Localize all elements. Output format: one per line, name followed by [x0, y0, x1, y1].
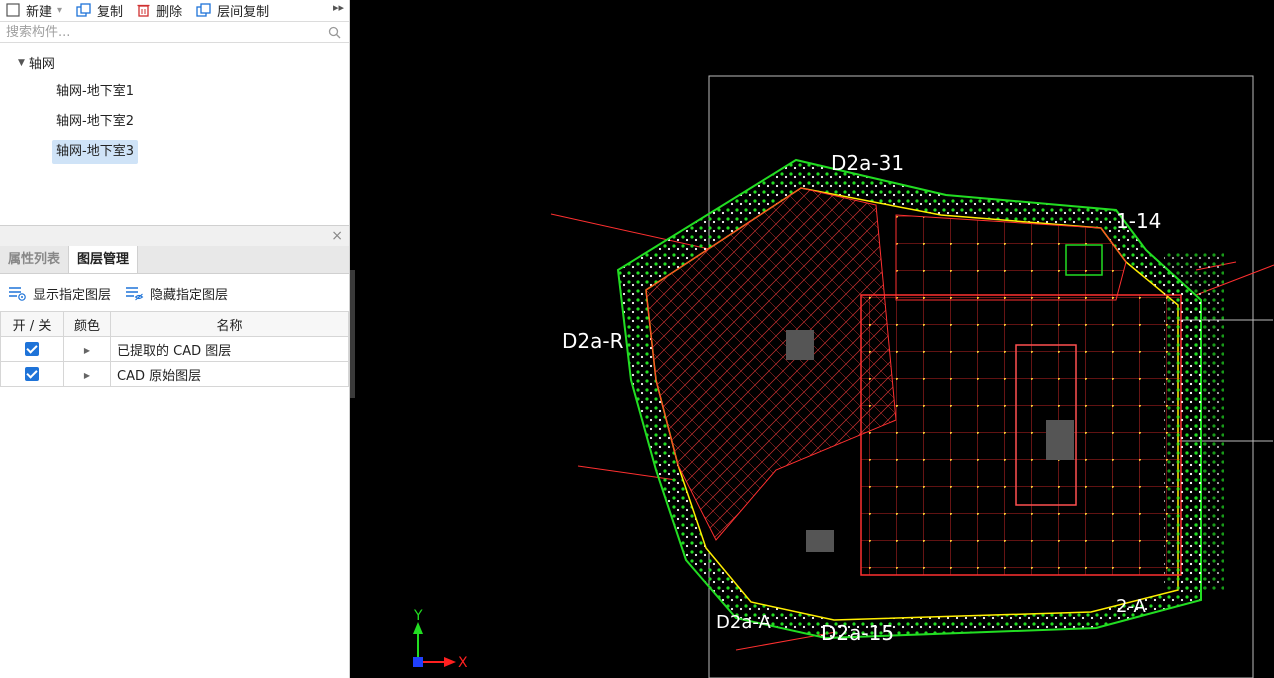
grid-label-top: D2a-31 — [831, 151, 904, 175]
tree-item-basement-1[interactable]: 轴网-地下室1 — [52, 80, 138, 104]
expand-arrow-icon[interactable]: ▶ — [84, 371, 90, 380]
show-layer-button[interactable]: 显示指定图层 — [8, 284, 111, 303]
panel-divider: × — [0, 226, 349, 246]
table-row[interactable]: ▶ CAD 原始图层 — [0, 361, 349, 387]
left-panel: 新建 ▾ 复制 删除 层间复制 ▸▸ ▼ 轴网 轴网-地下室1 轴网-地下室2 … — [0, 0, 350, 678]
property-tabs: 属性列表 图层管理 — [0, 246, 349, 274]
tree-item-basement-2[interactable]: 轴网-地下室2 — [52, 110, 138, 134]
tree-root-axis-grid[interactable]: ▼ 轴网 — [18, 53, 55, 72]
header-toggle[interactable]: 开 / 关 — [0, 311, 64, 337]
tab-property-list[interactable]: 属性列表 — [0, 246, 68, 273]
layer-name: CAD 原始图层 — [110, 361, 349, 387]
new-dropdown-icon[interactable]: ▾ — [57, 5, 62, 16]
hide-layer-button[interactable]: 隐藏指定图层 — [125, 284, 228, 303]
tree-item-basement-3[interactable]: 轴网-地下室3 — [52, 140, 138, 164]
search-bar — [0, 21, 349, 43]
show-layer-icon — [9, 287, 26, 301]
hide-layer-label: 隐藏指定图层 — [150, 287, 229, 303]
floor-copy-button[interactable]: 层间复制 — [196, 0, 269, 20]
show-layer-label: 显示指定图层 — [33, 287, 112, 303]
close-icon[interactable]: × — [331, 228, 343, 244]
layer-table: 开 / 关 颜色 名称 ▶ 已提取的 CAD 图层 ▶ CAD 原始图层 — [0, 311, 349, 387]
floor-copy-icon — [196, 3, 211, 17]
new-icon — [6, 3, 20, 17]
delete-button-label: 删除 — [156, 4, 183, 20]
panel-splitter[interactable] — [350, 270, 355, 398]
collapse-triangle-icon[interactable]: ▼ — [18, 58, 25, 68]
cad-drawing: D2a-31 1-14 2-A D2a-R D2a-A D2a-15 Y X — [413, 75, 1274, 678]
layer-toggle-cell — [0, 336, 64, 362]
axis-y-label: Y — [413, 608, 423, 624]
grid-label-bottom-left: D2a-A — [716, 612, 771, 633]
layer-toggle-cell — [0, 361, 64, 387]
copy-button[interactable]: 复制 — [76, 0, 123, 20]
tab-layer-management[interactable]: 图层管理 — [68, 246, 139, 273]
header-name[interactable]: 名称 — [110, 311, 349, 337]
component-toolbar: 新建 ▾ 复制 删除 层间复制 ▸▸ — [0, 0, 350, 20]
expand-arrow-icon[interactable]: ▶ — [84, 346, 90, 355]
search-input[interactable] — [4, 23, 318, 41]
layer-name: 已提取的 CAD 图层 — [110, 336, 349, 362]
layer-checkbox[interactable] — [25, 367, 39, 381]
delete-button[interactable]: 删除 — [137, 0, 182, 20]
grid-label-left: D2a-R — [562, 329, 624, 353]
trash-icon — [137, 4, 150, 17]
layer-color-cell: ▶ — [63, 361, 111, 387]
floor-copy-button-label: 层间复制 — [217, 4, 270, 20]
toolbar-more-icon[interactable]: ▸▸ — [333, 1, 344, 14]
layer-color-cell: ▶ — [63, 336, 111, 362]
copy-icon — [76, 3, 91, 17]
hide-layer-icon — [126, 287, 144, 301]
cad-canvas[interactable]: D2a-31 1-14 2-A D2a-R D2a-A D2a-15 Y X — [356, 0, 1274, 678]
axis-x-label: X — [458, 655, 468, 671]
layer-actions: 显示指定图层 隐藏指定图层 — [0, 281, 234, 305]
ucs-axis-icon: Y X — [413, 608, 468, 671]
grid-label-right-top: 1-14 — [1116, 209, 1161, 233]
layer-checkbox[interactable] — [25, 342, 39, 356]
copy-button-label: 复制 — [97, 4, 124, 20]
tree-root-label: 轴网 — [28, 57, 55, 72]
table-row[interactable]: ▶ 已提取的 CAD 图层 — [0, 336, 349, 362]
component-tree: ▼ 轴网 轴网-地下室1 轴网-地下室2 轴网-地下室3 — [0, 44, 349, 226]
header-color[interactable]: 颜色 — [63, 311, 111, 337]
search-icon[interactable] — [328, 26, 341, 39]
grid-label-bottom-row: D2a-15 — [821, 621, 894, 645]
new-button-label: 新建 — [26, 4, 53, 20]
grid-label-right-bottom: 2-A — [1116, 596, 1147, 617]
new-button[interactable]: 新建 ▾ — [6, 0, 62, 20]
layer-table-header: 开 / 关 颜色 名称 — [0, 311, 349, 337]
